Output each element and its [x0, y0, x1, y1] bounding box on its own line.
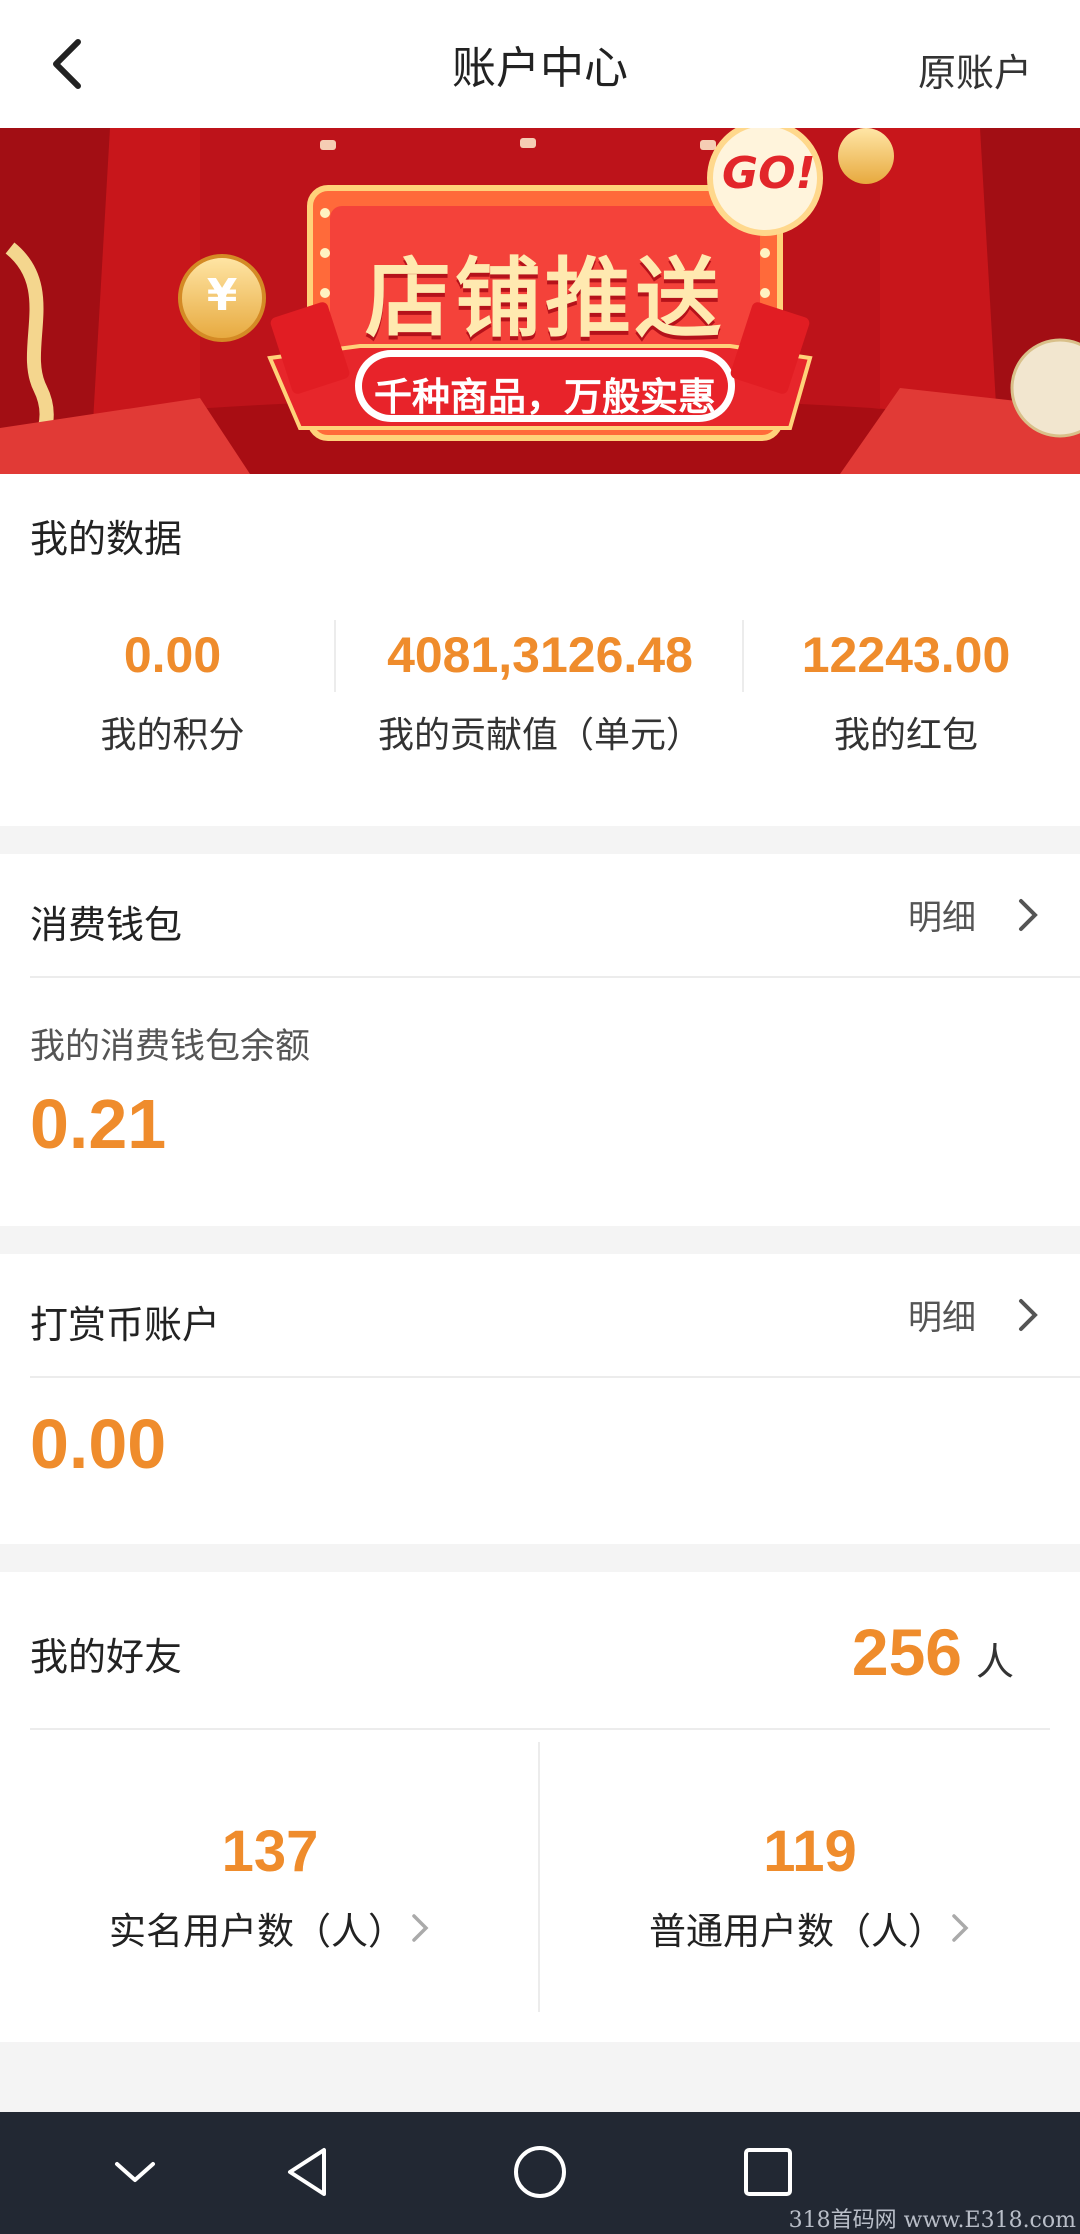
friends-total-unit: 人	[975, 1640, 1014, 1684]
banner-subtitle: 千种商品，万般实惠	[373, 375, 716, 419]
divider	[30, 1376, 1080, 1378]
back-icon[interactable]	[40, 34, 100, 94]
home-circle-icon[interactable]	[500, 2132, 580, 2212]
divider	[30, 976, 1080, 978]
contribution-value: 4081,3126.48	[387, 627, 693, 683]
chevron-right-icon	[1019, 1298, 1038, 1331]
verified-users-stat[interactable]: 137 实名用户数（人）	[0, 1818, 540, 1955]
system-nav-bar: 318首码网 www.E318.com	[0, 2112, 1080, 2234]
wallet-balance-label: 我的消费钱包余额	[30, 1027, 311, 1067]
divider	[334, 620, 336, 692]
regular-users-stat[interactable]: 119 普通用户数（人）	[540, 1818, 1080, 1955]
my-data-title: 我的数据	[30, 517, 183, 561]
page-title: 账户中心	[452, 43, 628, 94]
friends-total: 256 人	[852, 1614, 1014, 1690]
contribution-label: 我的贡献值（单元）	[377, 715, 702, 756]
contribution-stat[interactable]: 4081,3126.48 我的贡献值（单元）	[340, 626, 740, 758]
friends-total-value: 256	[851, 1615, 962, 1689]
regular-users-label: 普通用户数（人）	[649, 1910, 945, 1953]
tip-account-detail-label: 明细	[908, 1298, 976, 1338]
red-packet-value: 12243.00	[801, 627, 1011, 683]
chevron-right-icon	[1019, 898, 1038, 931]
regular-users-row: 普通用户数（人）	[540, 1901, 1080, 1955]
chevron-right-icon	[952, 1914, 969, 1942]
points-label: 我的积分	[100, 715, 245, 756]
tip-account-title: 打赏币账户	[30, 1303, 221, 1347]
chevron-right-icon	[412, 1914, 429, 1942]
friends-card: 我的好友 256 人 137 实名用户数（人） 119 普通用户数（人）	[0, 1572, 1080, 2042]
original-account-link[interactable]: 原账户	[918, 42, 1032, 97]
regular-users-value: 119	[763, 1819, 857, 1884]
banner-go-badge: GO!	[722, 148, 816, 199]
chevron-down-icon[interactable]	[95, 2132, 175, 2212]
wallet-detail-link[interactable]: 明细	[908, 890, 1040, 939]
divider	[742, 620, 744, 692]
points-value: 0.00	[123, 627, 222, 683]
coin-symbol: ¥	[206, 270, 238, 321]
wallet-card: 消费钱包 明细 我的消费钱包余额 0.21	[0, 854, 1080, 1226]
promo-banner[interactable]: 店铺推送 千种商品，万般实惠 GO! ¥	[0, 128, 1080, 474]
tip-account-balance: 0.00	[30, 1405, 167, 1483]
site-watermark: 318首码网 www.E318.com	[788, 2208, 1076, 2233]
wallet-title: 消费钱包	[30, 903, 183, 947]
wallet-detail-label: 明细	[908, 898, 976, 938]
back-triangle-icon[interactable]	[268, 2132, 348, 2212]
divider	[30, 1728, 1050, 1730]
tip-account-card: 打赏币账户 明细 0.00	[0, 1254, 1080, 1544]
red-packet-stat[interactable]: 12243.00 我的红包	[745, 626, 1067, 758]
verified-users-label: 实名用户数（人）	[109, 1910, 405, 1953]
tip-account-detail-link[interactable]: 明细	[908, 1290, 1040, 1339]
friends-title: 我的好友	[30, 1635, 183, 1679]
red-packet-label: 我的红包	[833, 715, 978, 756]
my-data-card: 我的数据 0.00 我的积分 4081,3126.48 我的贡献值（单元） 12…	[0, 474, 1080, 826]
top-bar: 账户中心 原账户	[0, 0, 1080, 128]
wallet-balance: 0.21	[30, 1085, 167, 1163]
banner-headline: 店铺推送	[365, 249, 725, 349]
verified-users-row: 实名用户数（人）	[0, 1901, 540, 1955]
points-stat[interactable]: 0.00 我的积分	[0, 626, 345, 758]
verified-users-value: 137	[221, 1819, 319, 1884]
recents-square-icon[interactable]	[728, 2132, 808, 2212]
